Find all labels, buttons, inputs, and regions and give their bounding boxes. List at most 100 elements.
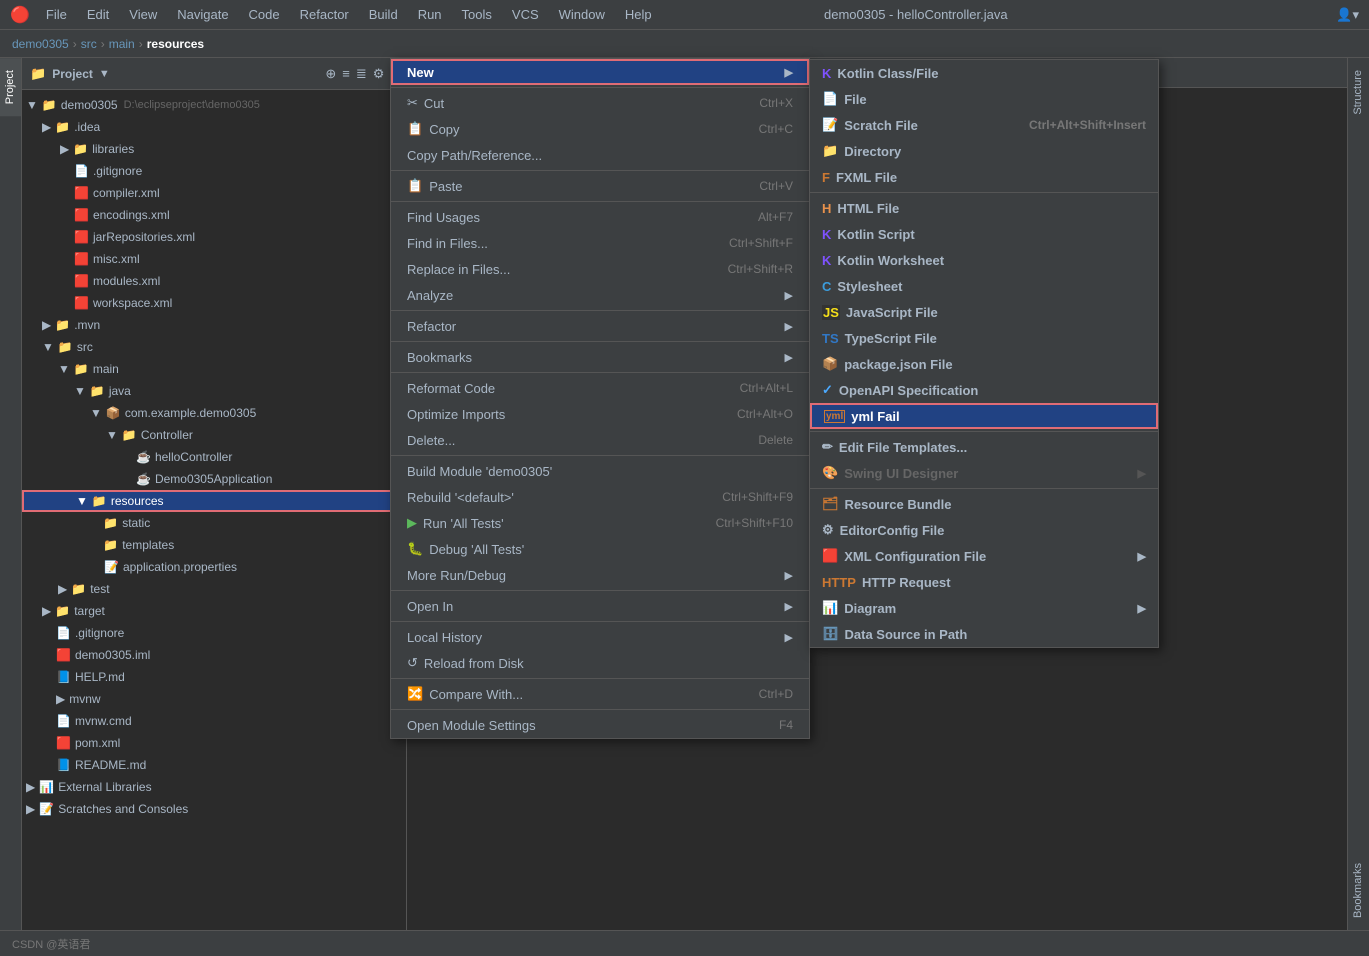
context-menu-optimize-imports[interactable]: Optimize Imports Ctrl+Alt+O bbox=[391, 401, 809, 427]
submenu-file[interactable]: 📄 File bbox=[810, 86, 1158, 112]
context-menu-reload[interactable]: ↺ Reload from Disk bbox=[391, 650, 809, 676]
menu-tools[interactable]: Tools bbox=[454, 5, 500, 24]
sidebar-tab-bookmarks[interactable]: Bookmarks bbox=[1348, 851, 1369, 930]
breadcrumb-main[interactable]: main bbox=[109, 37, 135, 51]
sidebar-tab-project[interactable]: Project bbox=[0, 58, 21, 116]
tree-item-static[interactable]: ▶ 📁 static bbox=[22, 512, 406, 534]
menu-navigate[interactable]: Navigate bbox=[169, 5, 236, 24]
breadcrumb-src[interactable]: src bbox=[81, 37, 97, 51]
context-menu-rebuild[interactable]: Rebuild '<default>' Ctrl+Shift+F9 bbox=[391, 484, 809, 510]
tree-item-package[interactable]: ▼ 📦 com.example.demo0305 bbox=[22, 402, 406, 424]
tree-item-hellocontroller[interactable]: ☕ helloController bbox=[22, 446, 406, 468]
submenu-xml-config[interactable]: 🟥 XML Configuration File ▶ bbox=[810, 543, 1158, 569]
submenu-html[interactable]: H HTML File bbox=[810, 195, 1158, 221]
context-menu-copy-path[interactable]: Copy Path/Reference... bbox=[391, 142, 809, 168]
submenu-js-file[interactable]: JS JavaScript File bbox=[810, 299, 1158, 325]
settings-gear-icon[interactable]: ⚙ bbox=[373, 66, 385, 82]
breadcrumb-resources[interactable]: resources bbox=[147, 37, 204, 51]
context-menu-new[interactable]: New ▶ K Kotlin Class/File 📄 File bbox=[391, 59, 809, 85]
context-menu-copy[interactable]: 📋 Copy Ctrl+C bbox=[391, 116, 809, 142]
tree-item-libraries[interactable]: ▶ 📁 libraries bbox=[22, 138, 406, 160]
tree-item-workspace[interactable]: 🟥 workspace.xml bbox=[22, 292, 406, 314]
submenu-ts-file[interactable]: TS TypeScript File bbox=[810, 325, 1158, 351]
submenu-edit-templates[interactable]: ✏ Edit File Templates... bbox=[810, 434, 1158, 460]
tree-item-demo0305app[interactable]: ☕ Demo0305Application bbox=[22, 468, 406, 490]
context-menu-analyze[interactable]: Analyze ▶ bbox=[391, 282, 809, 308]
tree-item-src[interactable]: ▼ 📁 src bbox=[22, 336, 406, 358]
tree-item-mvn[interactable]: ▶ 📁 .mvn bbox=[22, 314, 406, 336]
tree-item-java[interactable]: ▼ 📁 java bbox=[22, 380, 406, 402]
tree-item-controller[interactable]: ▼ 📁 Controller bbox=[22, 424, 406, 446]
tree-item-appprops[interactable]: 📝 application.properties bbox=[22, 556, 406, 578]
submenu-editorconfig[interactable]: ⚙ EditorConfig File bbox=[810, 517, 1158, 543]
menu-view[interactable]: View bbox=[121, 5, 165, 24]
context-menu-more-run[interactable]: More Run/Debug ▶ bbox=[391, 562, 809, 588]
context-menu-bookmarks[interactable]: Bookmarks ▶ bbox=[391, 344, 809, 370]
context-menu-find-files[interactable]: Find in Files... Ctrl+Shift+F bbox=[391, 230, 809, 256]
context-menu-debug-tests[interactable]: 🐛 Debug 'All Tests' bbox=[391, 536, 809, 562]
submenu-kotlin-class[interactable]: K Kotlin Class/File bbox=[810, 60, 1158, 86]
submenu-fxml[interactable]: F FXML File bbox=[810, 164, 1158, 190]
context-menu-find-usages[interactable]: Find Usages Alt+F7 bbox=[391, 204, 809, 230]
tree-item-misc[interactable]: 🟥 misc.xml bbox=[22, 248, 406, 270]
menu-build[interactable]: Build bbox=[361, 5, 406, 24]
context-menu-module-settings[interactable]: Open Module Settings F4 bbox=[391, 712, 809, 738]
project-dropdown-icon[interactable]: ▼ bbox=[99, 68, 110, 80]
sidebar-tab-structure[interactable]: Structure bbox=[1348, 58, 1369, 127]
tree-item-mvnwcmd[interactable]: 📄 mvnw.cmd bbox=[22, 710, 406, 732]
context-menu-refactor[interactable]: Refactor ▶ bbox=[391, 313, 809, 339]
tree-item-templates[interactable]: ▶ 📁 templates bbox=[22, 534, 406, 556]
tree-item-target[interactable]: ▶ 📁 target bbox=[22, 600, 406, 622]
tree-item-iml[interactable]: 🟥 demo0305.iml bbox=[22, 644, 406, 666]
menu-file[interactable]: File bbox=[38, 5, 75, 24]
tree-item-encodings[interactable]: 🟥 encodings.xml bbox=[22, 204, 406, 226]
context-menu-cut[interactable]: ✂ Cut Ctrl+X bbox=[391, 90, 809, 116]
menu-run[interactable]: Run bbox=[410, 5, 450, 24]
tree-item-helpmd[interactable]: 📘 HELP.md bbox=[22, 666, 406, 688]
tree-item-main[interactable]: ▼ 📁 main bbox=[22, 358, 406, 380]
tree-item-idea[interactable]: ▶ 📁 .idea bbox=[22, 116, 406, 138]
tree-item-readme[interactable]: 📘 README.md bbox=[22, 754, 406, 776]
submenu-openapi[interactable]: ✓ OpenAPI Specification bbox=[810, 377, 1158, 403]
tree-item-jarrepos[interactable]: 🟥 jarRepositories.xml bbox=[22, 226, 406, 248]
menu-help[interactable]: Help bbox=[617, 5, 660, 24]
tree-item-scratches[interactable]: ▶ 📝 Scratches and Consoles bbox=[22, 798, 406, 820]
menu-edit[interactable]: Edit bbox=[79, 5, 117, 24]
menu-vcs[interactable]: VCS bbox=[504, 5, 547, 24]
submenu-directory[interactable]: 📁 Directory bbox=[810, 138, 1158, 164]
context-menu-reformat[interactable]: Reformat Code Ctrl+Alt+L bbox=[391, 375, 809, 401]
context-menu-build-module[interactable]: Build Module 'demo0305' bbox=[391, 458, 809, 484]
tree-item-extlibs[interactable]: ▶ 📊 External Libraries bbox=[22, 776, 406, 798]
tree-item-gitignore-idea[interactable]: 📄 .gitignore bbox=[22, 160, 406, 182]
menu-window[interactable]: Window bbox=[551, 5, 613, 24]
tree-item-gitignore-root[interactable]: 📄 .gitignore bbox=[22, 622, 406, 644]
submenu-datasource-path[interactable]: 🗄 Data Source in Path bbox=[810, 621, 1158, 647]
expand-all-icon[interactable]: ≡ bbox=[342, 66, 350, 82]
menu-code[interactable]: Code bbox=[241, 5, 288, 24]
context-menu-run-tests[interactable]: ▶ Run 'All Tests' Ctrl+Shift+F10 bbox=[391, 510, 809, 536]
menu-bar[interactable]: File Edit View Navigate Code Refactor Bu… bbox=[38, 5, 660, 24]
tree-item-pomxml[interactable]: 🟥 pom.xml bbox=[22, 732, 406, 754]
context-menu-paste[interactable]: 📋 Paste Ctrl+V bbox=[391, 173, 809, 199]
tree-item-mvnw[interactable]: ▶ mvnw bbox=[22, 688, 406, 710]
context-menu-delete[interactable]: Delete... Delete bbox=[391, 427, 809, 453]
submenu-http-request[interactable]: HTTP HTTP Request bbox=[810, 569, 1158, 595]
context-menu-open-in[interactable]: Open In ▶ bbox=[391, 593, 809, 619]
tree-item-compiler[interactable]: 🟥 compiler.xml bbox=[22, 182, 406, 204]
submenu-resource-bundle[interactable]: 🗂 Resource Bundle bbox=[810, 491, 1158, 517]
submenu-stylesheet[interactable]: C Stylesheet bbox=[810, 273, 1158, 299]
menu-refactor[interactable]: Refactor bbox=[292, 5, 357, 24]
collapse-all-icon[interactable]: ≣ bbox=[356, 66, 367, 82]
submenu-scratch-file[interactable]: 📝 Scratch File Ctrl+Alt+Shift+Insert bbox=[810, 112, 1158, 138]
context-menu-compare[interactable]: 🔀 Compare With... Ctrl+D bbox=[391, 681, 809, 707]
submenu-kotlin-script[interactable]: K Kotlin Script bbox=[810, 221, 1158, 247]
submenu-diagram[interactable]: 📊 Diagram ▶ bbox=[810, 595, 1158, 621]
user-icon[interactable]: 👤▾ bbox=[1336, 7, 1359, 23]
context-menu-local-history[interactable]: Local History ▶ bbox=[391, 624, 809, 650]
submenu-package-json[interactable]: 📦 package.json File bbox=[810, 351, 1158, 377]
tree-item-resources[interactable]: ▼ 📁 resources bbox=[22, 490, 406, 512]
tree-item-test[interactable]: ▶ 📁 test bbox=[22, 578, 406, 600]
submenu-yml-fail[interactable]: yml yml Fail bbox=[810, 403, 1158, 429]
breadcrumb-project[interactable]: demo0305 bbox=[12, 37, 69, 51]
context-menu-replace-files[interactable]: Replace in Files... Ctrl+Shift+R bbox=[391, 256, 809, 282]
